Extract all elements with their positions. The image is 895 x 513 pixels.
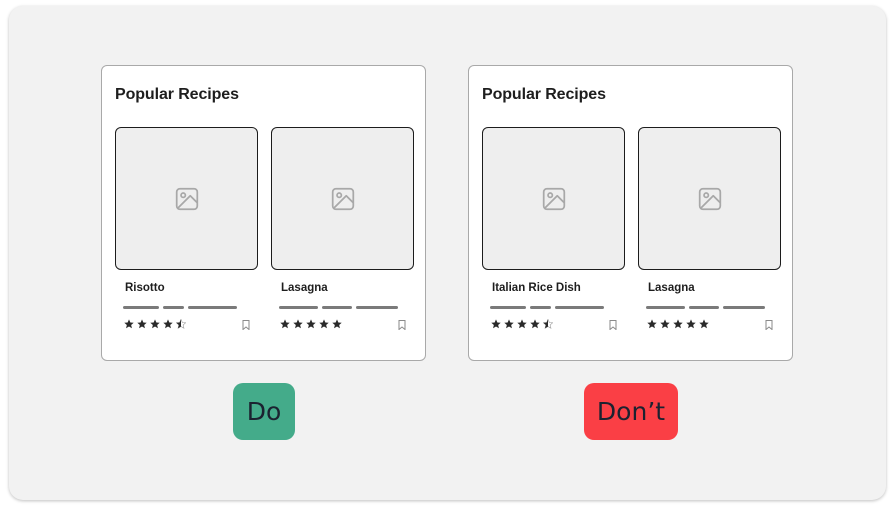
image-placeholder-icon: [331, 187, 354, 210]
star-full-icon: [280, 319, 290, 329]
bookmark-icon[interactable]: [609, 320, 617, 330]
text-placeholder-bars: [646, 306, 765, 309]
star-full-icon: [124, 319, 134, 329]
placeholder-bar: [123, 306, 159, 309]
star-rating: [124, 319, 186, 329]
recipe-tile[interactable]: Lasagna: [271, 127, 414, 330]
star-rating: [491, 319, 553, 329]
star-full-icon: [699, 319, 709, 329]
star-full-icon: [647, 319, 657, 329]
recipe-name: Lasagna: [281, 282, 328, 294]
star-full-icon: [686, 319, 696, 329]
bookmark-icon[interactable]: [765, 320, 773, 330]
placeholder-bar: [322, 306, 352, 309]
recipe-name: Lasagna: [648, 282, 695, 294]
star-full-icon: [150, 319, 160, 329]
star-full-icon: [332, 319, 342, 329]
star-full-icon: [491, 319, 501, 329]
recipe-image: [271, 127, 414, 270]
placeholder-bar: [490, 306, 526, 309]
star-full-icon: [306, 319, 316, 329]
star-full-icon: [517, 319, 527, 329]
placeholder-bar: [689, 306, 719, 309]
recipe-image: [638, 127, 781, 270]
star-full-icon: [137, 319, 147, 329]
recipe-tile[interactable]: Lasagna: [638, 127, 781, 330]
recipe-image: [115, 127, 258, 270]
text-placeholder-bars: [490, 306, 604, 309]
recipe-card-do: Popular Recipes Risotto Lasagna: [101, 65, 426, 361]
placeholder-bar: [188, 306, 237, 309]
placeholder-bar: [163, 306, 184, 309]
star-rating: [280, 319, 342, 329]
bookmark-icon[interactable]: [242, 320, 250, 330]
star-full-icon: [163, 319, 173, 329]
placeholder-bar: [279, 306, 318, 309]
text-placeholder-bars: [279, 306, 398, 309]
bookmark-icon[interactable]: [398, 320, 406, 330]
placeholder-bar: [530, 306, 551, 309]
star-rating: [647, 319, 709, 329]
recipe-tile[interactable]: Italian Rice Dish: [482, 127, 625, 330]
image-placeholder-icon: [542, 187, 565, 210]
star-full-icon: [673, 319, 683, 329]
recipe-tile[interactable]: Risotto: [115, 127, 258, 330]
star-half-icon: [176, 319, 186, 329]
star-half-icon: [543, 319, 553, 329]
do-badge: Do: [233, 383, 295, 440]
placeholder-bar: [555, 306, 604, 309]
text-placeholder-bars: [123, 306, 237, 309]
star-full-icon: [660, 319, 670, 329]
star-full-icon: [504, 319, 514, 329]
placeholder-bar: [646, 306, 685, 309]
star-full-icon: [293, 319, 303, 329]
card-title: Popular Recipes: [482, 86, 606, 103]
star-full-icon: [530, 319, 540, 329]
card-title: Popular Recipes: [115, 86, 239, 103]
dont-badge: Don’t: [584, 383, 678, 440]
placeholder-bar: [723, 306, 765, 309]
recipe-name: Risotto: [125, 282, 165, 294]
image-placeholder-icon: [175, 187, 198, 210]
recipe-card-dont: Popular Recipes Italian Rice Dish Lasagn…: [468, 65, 793, 361]
image-placeholder-icon: [698, 187, 721, 210]
recipe-image: [482, 127, 625, 270]
star-full-icon: [319, 319, 329, 329]
recipe-name: Italian Rice Dish: [492, 282, 581, 294]
placeholder-bar: [356, 306, 398, 309]
